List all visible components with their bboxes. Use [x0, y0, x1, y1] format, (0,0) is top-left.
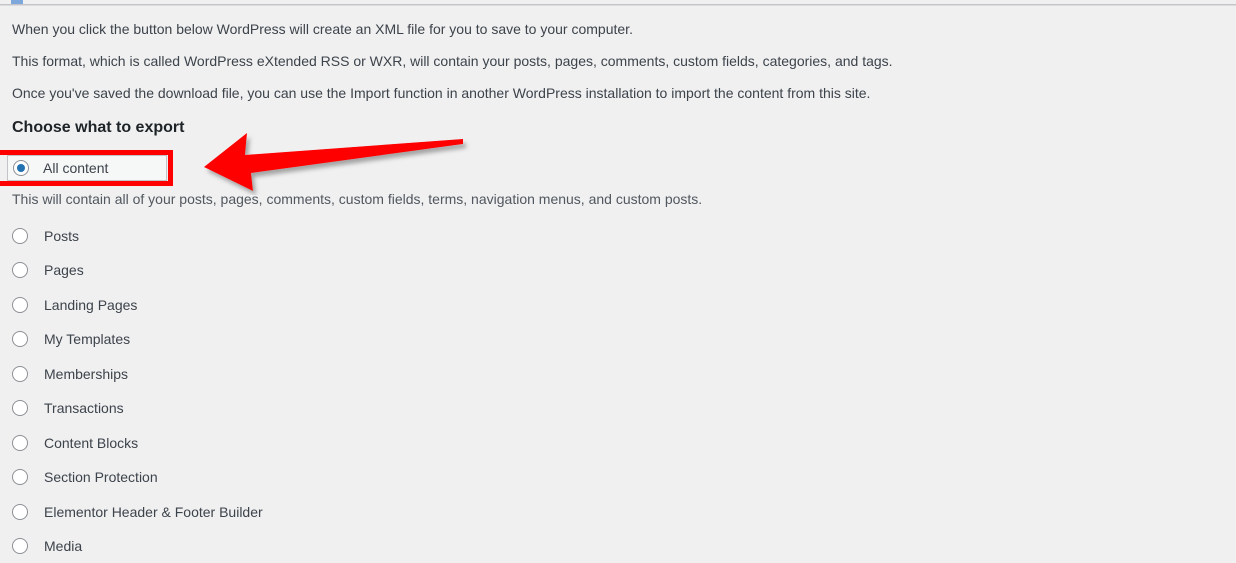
radio-label-6: Content Blocks: [44, 435, 139, 451]
radio-icon-0[interactable]: [12, 228, 28, 244]
radio-label-0: Posts: [44, 228, 80, 244]
radio-option-0[interactable]: Posts: [12, 226, 79, 246]
intro-paragraph-3: Once you've saved the download file, you…: [12, 85, 871, 101]
radio-all-content-icon[interactable]: [13, 160, 29, 176]
radio-label-2: Landing Pages: [44, 297, 138, 313]
radio-label-1: Pages: [44, 262, 84, 278]
top-divider-shadow: [0, 5, 1236, 6]
radio-label-5: Transactions: [44, 400, 124, 416]
radio-label-7: Section Protection: [44, 469, 158, 485]
radio-icon-5[interactable]: [12, 400, 28, 416]
radio-icon-7[interactable]: [12, 469, 28, 485]
radio-icon-4[interactable]: [12, 366, 28, 382]
radio-icon-3[interactable]: [12, 331, 28, 347]
intro-paragraph-1: When you click the button below WordPres…: [12, 21, 633, 37]
radio-option-all-content[interactable]: All content: [7, 155, 167, 181]
radio-label-all-content: All content: [43, 160, 109, 176]
radio-icon-6[interactable]: [12, 435, 28, 451]
radio-option-5[interactable]: Transactions: [12, 398, 124, 418]
radio-icon-8[interactable]: [12, 504, 28, 520]
radio-label-9: Media: [44, 538, 83, 554]
all-content-description: This will contain all of your posts, pag…: [12, 191, 703, 207]
radio-option-1[interactable]: Pages: [12, 260, 84, 280]
radio-option-6[interactable]: Content Blocks: [12, 433, 138, 453]
radio-option-3[interactable]: My Templates: [12, 329, 130, 349]
radio-icon-1[interactable]: [12, 262, 28, 278]
radio-label-3: My Templates: [44, 331, 131, 347]
red-arrow-annotation: [195, 125, 485, 195]
radio-option-2[interactable]: Landing Pages: [12, 295, 137, 315]
radio-option-7[interactable]: Section Protection: [12, 467, 158, 487]
radio-icon-9[interactable]: [12, 538, 28, 554]
radio-option-9[interactable]: Media: [12, 536, 82, 556]
radio-label-4: Memberships: [44, 366, 129, 382]
intro-paragraph-2: This format, which is called WordPress e…: [12, 53, 893, 69]
radio-label-8: Elementor Header & Footer Builder: [44, 504, 263, 520]
radio-option-4[interactable]: Memberships: [12, 364, 128, 384]
radio-option-8[interactable]: Elementor Header & Footer Builder: [12, 502, 263, 522]
radio-icon-2[interactable]: [12, 297, 28, 313]
page-title: Choose what to export: [12, 119, 185, 136]
